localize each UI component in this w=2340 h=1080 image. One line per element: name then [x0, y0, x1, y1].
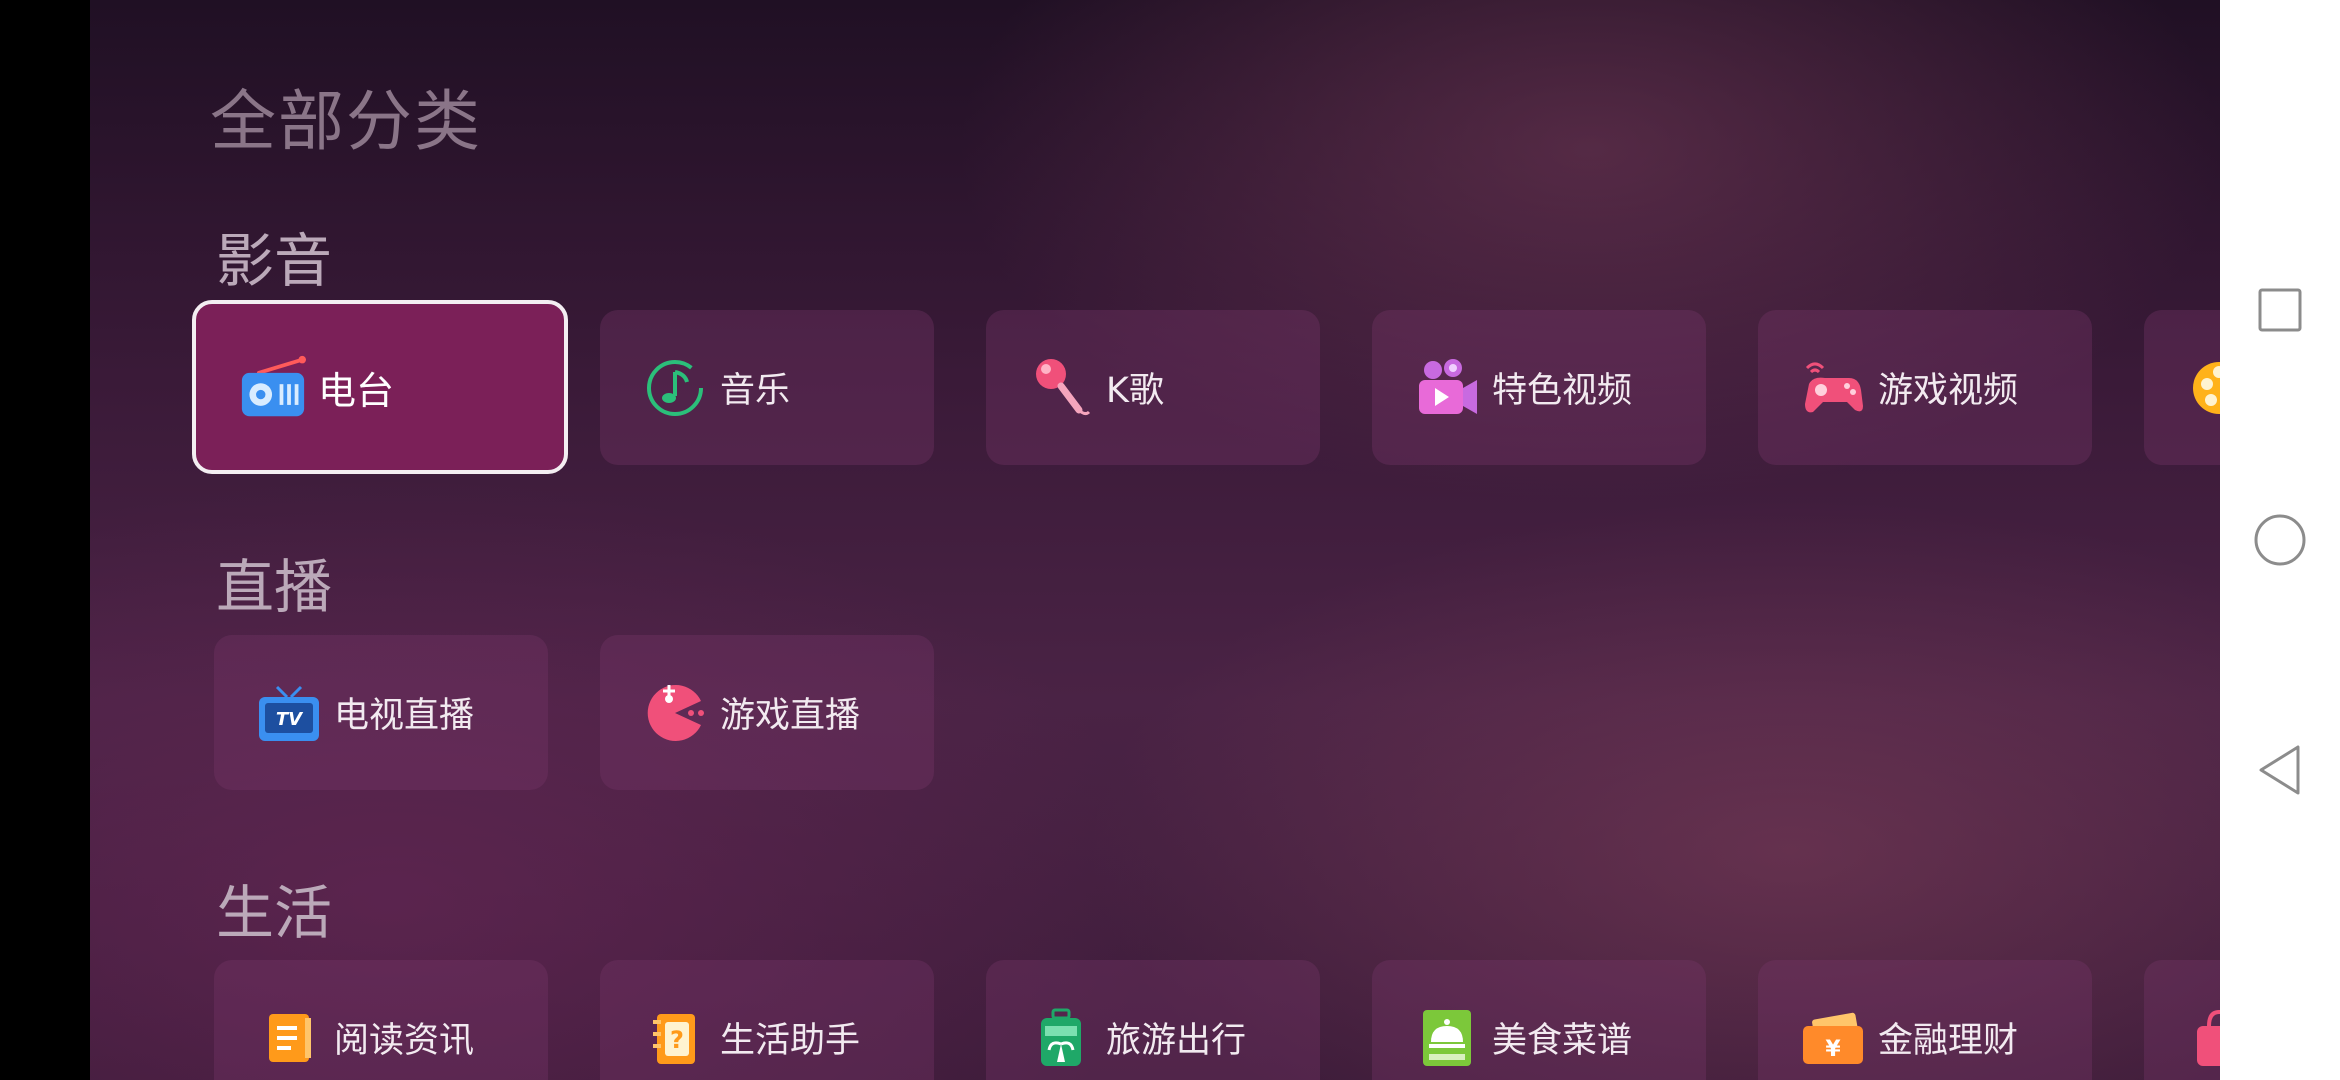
tile-tv-live[interactable]: TV 电视直播 — [214, 635, 548, 790]
gamepad-icon — [1800, 355, 1866, 421]
section-title-av: 影音 — [216, 227, 333, 295]
music-note-icon — [642, 355, 708, 421]
svg-text:?: ? — [670, 1026, 684, 1054]
tile-radio[interactable]: 电台 — [192, 300, 568, 474]
app-window: 全部分类 影音 电台 音乐 K歌 特色视频 游戏视频 直播 TV 电视直播 游戏… — [90, 0, 2220, 1080]
radio-icon — [240, 354, 306, 420]
page-title: 全部分类 — [210, 83, 482, 160]
tile-label: 音乐 — [720, 371, 791, 411]
tile-label: 游戏视频 — [1878, 371, 2019, 411]
wallet-yen-icon: ¥ — [1800, 1005, 1866, 1071]
microphone-icon — [1028, 355, 1094, 421]
svg-text:TV: TV — [276, 709, 304, 730]
tile-reading[interactable]: 阅读资讯 — [214, 960, 548, 1080]
tile-film[interactable] — [2144, 310, 2220, 465]
tile-finance[interactable]: ¥ 金融理财 — [1758, 960, 2092, 1080]
system-navigation-bar — [2220, 0, 2340, 1080]
tile-label: 金融理财 — [1878, 1021, 2019, 1061]
tv-icon: TV — [256, 680, 322, 746]
tile-travel[interactable]: 旅游出行 — [986, 960, 1320, 1080]
notebook-question-icon: ? — [642, 1005, 708, 1071]
tile-label: 旅游出行 — [1106, 1021, 1247, 1061]
home-button[interactable] — [2248, 508, 2312, 572]
tile-label: 电台 — [318, 368, 395, 413]
tile-shopping[interactable] — [2144, 960, 2220, 1080]
video-camera-icon — [1414, 355, 1480, 421]
tile-label: 生活助手 — [720, 1021, 861, 1061]
tile-featured-video[interactable]: 特色视频 — [1372, 310, 1706, 465]
tile-label: K歌 — [1106, 371, 1164, 411]
back-triangle-icon — [2259, 745, 2300, 795]
home-circle-icon — [2254, 514, 2306, 566]
tile-life-helper[interactable]: ? 生活助手 — [600, 960, 934, 1080]
tile-label: 特色视频 — [1492, 371, 1633, 411]
film-reel-icon — [2186, 355, 2220, 421]
shopping-bag-icon — [2186, 1005, 2220, 1071]
book-icon — [256, 1005, 322, 1071]
tile-karaoke[interactable]: K歌 — [986, 310, 1320, 465]
food-cloche-icon — [1414, 1005, 1480, 1071]
tile-music[interactable]: 音乐 — [600, 310, 934, 465]
tile-recipes[interactable]: 美食菜谱 — [1372, 960, 1706, 1080]
back-button[interactable] — [2248, 738, 2312, 802]
recent-apps-square-icon — [2258, 288, 2302, 332]
tile-label: 美食菜谱 — [1492, 1021, 1633, 1061]
section-title-live: 直播 — [216, 553, 333, 621]
tile-label: 阅读资讯 — [334, 1021, 475, 1061]
tile-label: 电视直播 — [334, 696, 475, 736]
svg-text:¥: ¥ — [1825, 1037, 1841, 1062]
tile-game-live[interactable]: 游戏直播 — [600, 635, 934, 790]
recent-apps-button[interactable] — [2248, 278, 2312, 342]
tile-game-video[interactable]: 游戏视频 — [1758, 310, 2092, 465]
pacman-icon — [642, 680, 708, 746]
luggage-icon — [1028, 1005, 1094, 1071]
section-title-life: 生活 — [216, 879, 333, 947]
tile-label: 游戏直播 — [720, 696, 861, 736]
